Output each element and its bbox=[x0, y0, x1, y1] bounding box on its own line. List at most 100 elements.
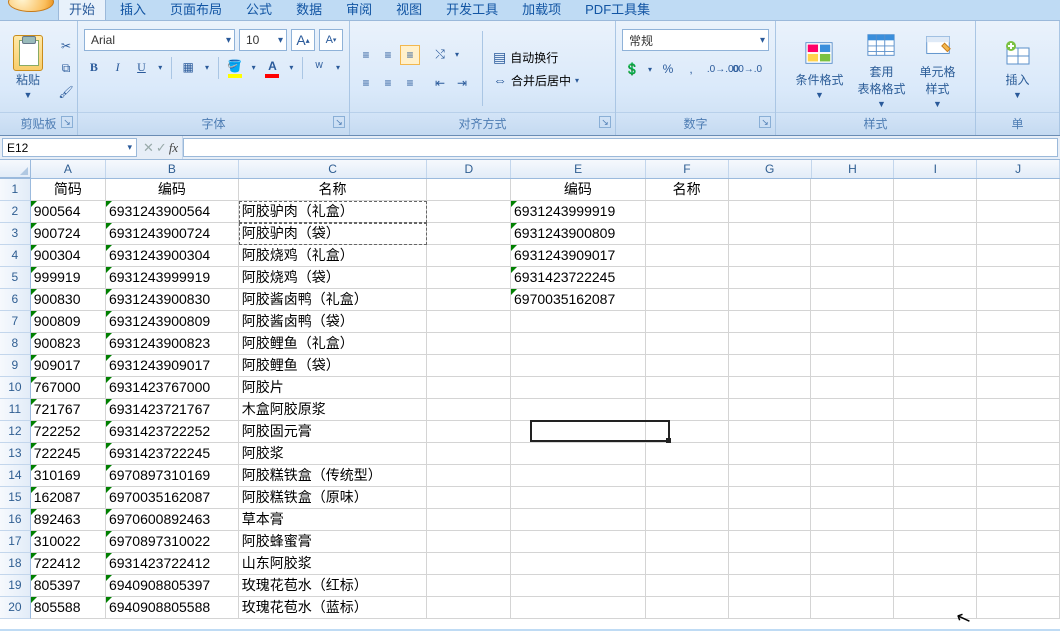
decrease-decimal-button[interactable]: .00→.0 bbox=[736, 59, 756, 79]
row-header[interactable]: 19 bbox=[0, 575, 31, 597]
cell-H2[interactable] bbox=[811, 201, 894, 223]
align-center-button[interactable]: ≡ bbox=[378, 73, 398, 93]
comma-button[interactable]: , bbox=[681, 59, 701, 79]
cell-A7[interactable]: 900809 bbox=[31, 311, 106, 333]
row-header[interactable]: 8 bbox=[0, 333, 31, 355]
row-header[interactable]: 13 bbox=[0, 443, 31, 465]
row-header[interactable]: 11 bbox=[0, 399, 31, 421]
cell-E3[interactable]: 6931243900809 bbox=[511, 223, 646, 245]
cell-J19[interactable] bbox=[977, 575, 1060, 597]
cell-D3[interactable] bbox=[427, 223, 511, 245]
column-header-H[interactable]: H bbox=[812, 160, 895, 178]
cell-J4[interactable] bbox=[977, 245, 1060, 267]
cell-F8[interactable] bbox=[646, 333, 729, 355]
name-box[interactable]: E12▾ bbox=[2, 138, 137, 157]
cell-G14[interactable] bbox=[729, 465, 812, 487]
dialog-launcher-icon[interactable]: ↘ bbox=[599, 116, 611, 128]
cell-H11[interactable] bbox=[811, 399, 894, 421]
row-header[interactable]: 20 bbox=[0, 597, 31, 619]
cell-B15[interactable]: 6970035162087 bbox=[106, 487, 239, 509]
cell-H9[interactable] bbox=[811, 355, 894, 377]
cell-B5[interactable]: 6931243999919 bbox=[106, 267, 239, 289]
spreadsheet-grid[interactable]: ABCDEFGHIJ 1简码编码名称编码名称290056469312439005… bbox=[0, 160, 1060, 629]
cell-G18[interactable] bbox=[729, 553, 812, 575]
row-header[interactable]: 5 bbox=[0, 267, 31, 289]
cell-D11[interactable] bbox=[427, 399, 511, 421]
cell-D12[interactable] bbox=[427, 421, 511, 443]
cell-G7[interactable] bbox=[729, 311, 812, 333]
cell-J10[interactable] bbox=[977, 377, 1060, 399]
cell-C8[interactable]: 阿胶鲤鱼（礼盒） bbox=[239, 333, 427, 355]
cell-A1[interactable]: 简码 bbox=[31, 179, 106, 201]
cell-G19[interactable] bbox=[729, 575, 812, 597]
cell-F1[interactable]: 名称 bbox=[646, 179, 729, 201]
cell-A8[interactable]: 900823 bbox=[31, 333, 106, 355]
cell-A4[interactable]: 900304 bbox=[31, 245, 106, 267]
cell-styles-button[interactable]: 单元格 样式▼ bbox=[914, 27, 962, 111]
number-format-combo[interactable]: 常规▾ bbox=[622, 29, 769, 51]
copy-button[interactable]: ⧉ bbox=[56, 59, 76, 79]
cell-G1[interactable] bbox=[729, 179, 812, 201]
cell-A13[interactable]: 722245 bbox=[31, 443, 106, 465]
cell-D1[interactable] bbox=[427, 179, 511, 201]
cell-I8[interactable] bbox=[894, 333, 977, 355]
align-top-button[interactable]: ≡ bbox=[356, 45, 376, 65]
cell-H3[interactable] bbox=[811, 223, 894, 245]
cell-I15[interactable] bbox=[894, 487, 977, 509]
cell-H17[interactable] bbox=[811, 531, 894, 553]
fx-icon[interactable]: fx bbox=[169, 140, 178, 156]
cell-E7[interactable] bbox=[511, 311, 646, 333]
align-bottom-button[interactable]: ≡ bbox=[400, 45, 420, 65]
cell-H18[interactable] bbox=[811, 553, 894, 575]
cell-J13[interactable] bbox=[977, 443, 1060, 465]
cell-F18[interactable] bbox=[646, 553, 729, 575]
cell-B12[interactable]: 6931423722252 bbox=[106, 421, 239, 443]
cell-F12[interactable] bbox=[646, 421, 729, 443]
tab-视图[interactable]: 视图 bbox=[386, 0, 432, 20]
cell-C7[interactable]: 阿胶酱卤鸭（袋） bbox=[239, 311, 427, 333]
cell-F4[interactable] bbox=[646, 245, 729, 267]
cell-G11[interactable] bbox=[729, 399, 812, 421]
cell-A3[interactable]: 900724 bbox=[31, 223, 106, 245]
align-middle-button[interactable]: ≡ bbox=[378, 45, 398, 65]
cell-G6[interactable] bbox=[729, 289, 812, 311]
office-button[interactable] bbox=[8, 0, 54, 12]
border-button[interactable]: ▦ bbox=[178, 57, 198, 77]
cell-A9[interactable]: 909017 bbox=[31, 355, 106, 377]
font-color-button[interactable]: A bbox=[263, 57, 283, 79]
formula-input[interactable] bbox=[183, 138, 1058, 157]
cell-J3[interactable] bbox=[977, 223, 1060, 245]
cell-J20[interactable] bbox=[977, 597, 1060, 619]
italic-button[interactable]: I bbox=[108, 57, 128, 77]
cell-J16[interactable] bbox=[977, 509, 1060, 531]
cell-D19[interactable] bbox=[427, 575, 511, 597]
cell-F16[interactable] bbox=[646, 509, 729, 531]
cell-B3[interactable]: 6931243900724 bbox=[106, 223, 239, 245]
cell-C9[interactable]: 阿胶鲤鱼（袋） bbox=[239, 355, 427, 377]
cell-D7[interactable] bbox=[427, 311, 511, 333]
format-painter-button[interactable]: 🖌 bbox=[56, 82, 76, 102]
cell-J5[interactable] bbox=[977, 267, 1060, 289]
cell-A6[interactable]: 900830 bbox=[31, 289, 106, 311]
cell-J1[interactable] bbox=[977, 179, 1060, 201]
cell-B16[interactable]: 6970600892463 bbox=[106, 509, 239, 531]
cell-A15[interactable]: 162087 bbox=[31, 487, 106, 509]
cell-C16[interactable]: 草本膏 bbox=[239, 509, 427, 531]
column-header-E[interactable]: E bbox=[511, 160, 646, 178]
cell-H13[interactable] bbox=[811, 443, 894, 465]
cell-F10[interactable] bbox=[646, 377, 729, 399]
cell-B2[interactable]: 6931243900564 bbox=[106, 201, 239, 223]
cell-F6[interactable] bbox=[646, 289, 729, 311]
cell-H4[interactable] bbox=[811, 245, 894, 267]
cell-F17[interactable] bbox=[646, 531, 729, 553]
increase-indent-button[interactable]: ⇥ bbox=[452, 73, 472, 93]
phonetic-button[interactable]: ᵂ bbox=[309, 57, 329, 77]
cell-C12[interactable]: 阿胶固元膏 bbox=[239, 421, 427, 443]
cell-E17[interactable] bbox=[511, 531, 646, 553]
cell-F15[interactable] bbox=[646, 487, 729, 509]
cell-I11[interactable] bbox=[894, 399, 977, 421]
tab-加载项[interactable]: 加载项 bbox=[512, 0, 571, 20]
cell-H15[interactable] bbox=[811, 487, 894, 509]
tab-页面布局[interactable]: 页面布局 bbox=[160, 0, 232, 20]
cell-B10[interactable]: 6931423767000 bbox=[106, 377, 239, 399]
